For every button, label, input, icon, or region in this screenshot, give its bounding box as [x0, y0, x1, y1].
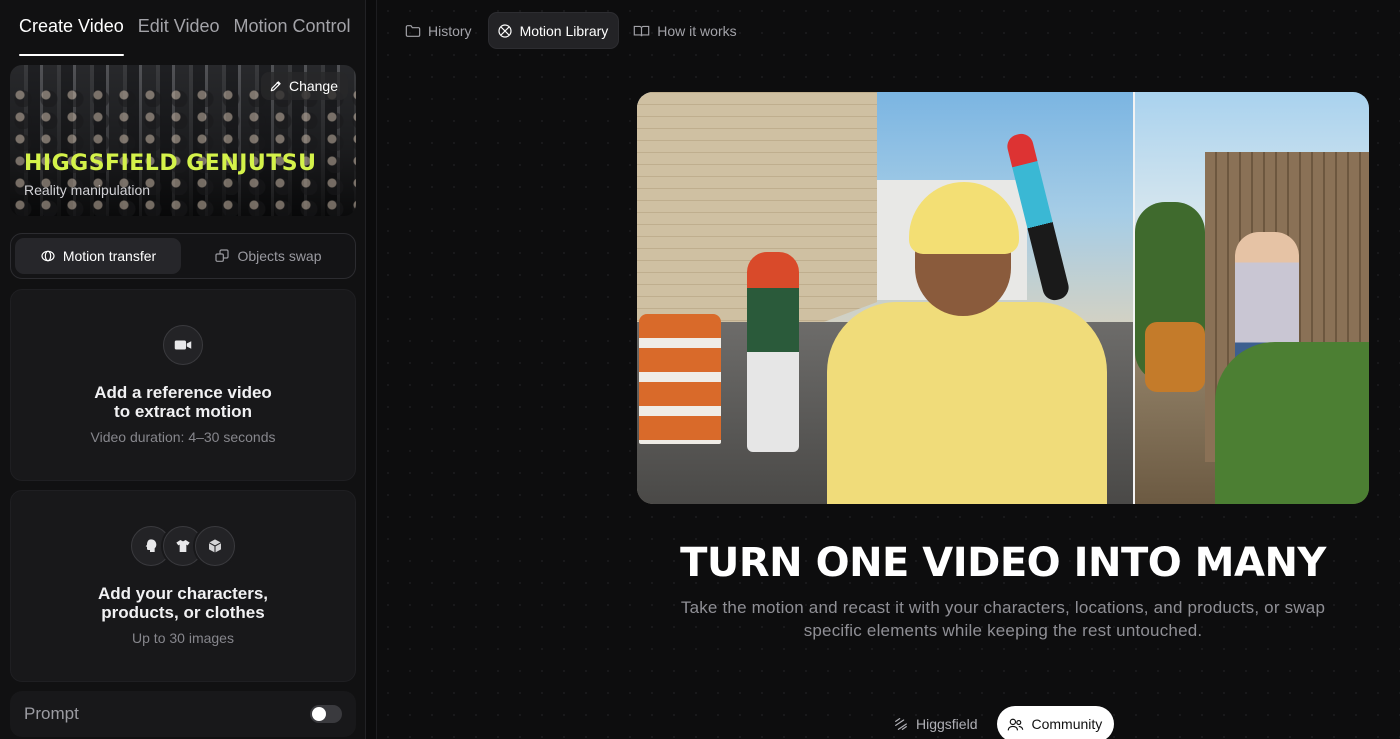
preset-title: HIGGSFIELD GENJUTSU [24, 151, 317, 176]
community-tab[interactable]: Community [997, 706, 1115, 739]
reference-type-icons [131, 526, 235, 566]
motion-transfer-button[interactable]: Motion transfer [15, 238, 181, 274]
tab-create-video[interactable]: Create Video [19, 0, 124, 56]
reference-video-dropzone[interactable]: Add a reference video to extract motion … [10, 289, 356, 481]
higgsfield-tab-label: Higgsfield [916, 716, 978, 732]
pencil-icon [269, 79, 283, 93]
main-area: History Motion Library How it works TURN… [376, 0, 1400, 739]
main-nav: History Motion Library How it works [397, 12, 747, 49]
motion-library-icon [497, 23, 513, 39]
characters-dropzone[interactable]: Add your characters, products, or clothe… [10, 490, 356, 682]
reference-video-title: Add a reference video to extract motion [94, 383, 272, 421]
prompt-row: Prompt [10, 691, 356, 737]
sidebar: Create Video Edit Video Motion Control C… [0, 0, 366, 739]
source-tabs: Higgsfield Community [883, 706, 1115, 739]
how-it-works-button[interactable]: How it works [625, 12, 746, 49]
higgsfield-logo-icon [893, 716, 909, 732]
prompt-toggle[interactable] [310, 705, 342, 723]
tab-edit-video[interactable]: Edit Video [138, 0, 220, 56]
how-it-works-label: How it works [657, 22, 737, 39]
hero-right-scene [1135, 92, 1369, 504]
book-icon [633, 24, 650, 38]
tab-motion-control[interactable]: Motion Control [233, 0, 350, 56]
characters-title: Add your characters, products, or clothe… [97, 584, 269, 622]
swap-icon [214, 248, 230, 264]
users-icon [1007, 717, 1024, 732]
top-tabs: Create Video Edit Video Motion Control [19, 0, 351, 56]
higgsfield-tab[interactable]: Higgsfield [883, 706, 989, 739]
change-label: Change [288, 78, 338, 94]
reference-video-hint: Video duration: 4–30 seconds [90, 429, 276, 445]
preset-card[interactable]: Change HIGGSFIELD GENJUTSU Reality manip… [10, 65, 356, 216]
preset-subtitle: Reality manipulation [24, 182, 151, 198]
motion-library-button[interactable]: Motion Library [487, 12, 620, 49]
motion-transfer-label: Motion transfer [62, 248, 157, 264]
history-label: History [428, 22, 472, 39]
page-description: Take the motion and recast it with your … [680, 598, 1326, 640]
objects-swap-button[interactable]: Objects swap [185, 238, 351, 274]
community-tab-label: Community [1031, 716, 1103, 732]
characters-hint: Up to 30 images [132, 630, 234, 646]
change-preset-button[interactable]: Change [260, 72, 348, 100]
objects-swap-label: Objects swap [237, 248, 322, 264]
app-root: Create Video Edit Video Motion Control C… [0, 0, 1400, 739]
folder-icon [405, 24, 421, 38]
hero-left-scene [637, 92, 1133, 504]
motion-library-label: Motion Library [519, 22, 609, 39]
box-icon [195, 526, 235, 566]
history-button[interactable]: History [397, 12, 482, 49]
mode-switch: Motion transfer Objects swap [10, 233, 356, 279]
video-camera-icon [163, 325, 203, 365]
motion-icon [40, 248, 56, 264]
page-headline: TURN ONE VIDEO INTO MANY [680, 540, 1326, 586]
prompt-label: Prompt [24, 704, 79, 723]
hero-preview-image [637, 92, 1369, 504]
